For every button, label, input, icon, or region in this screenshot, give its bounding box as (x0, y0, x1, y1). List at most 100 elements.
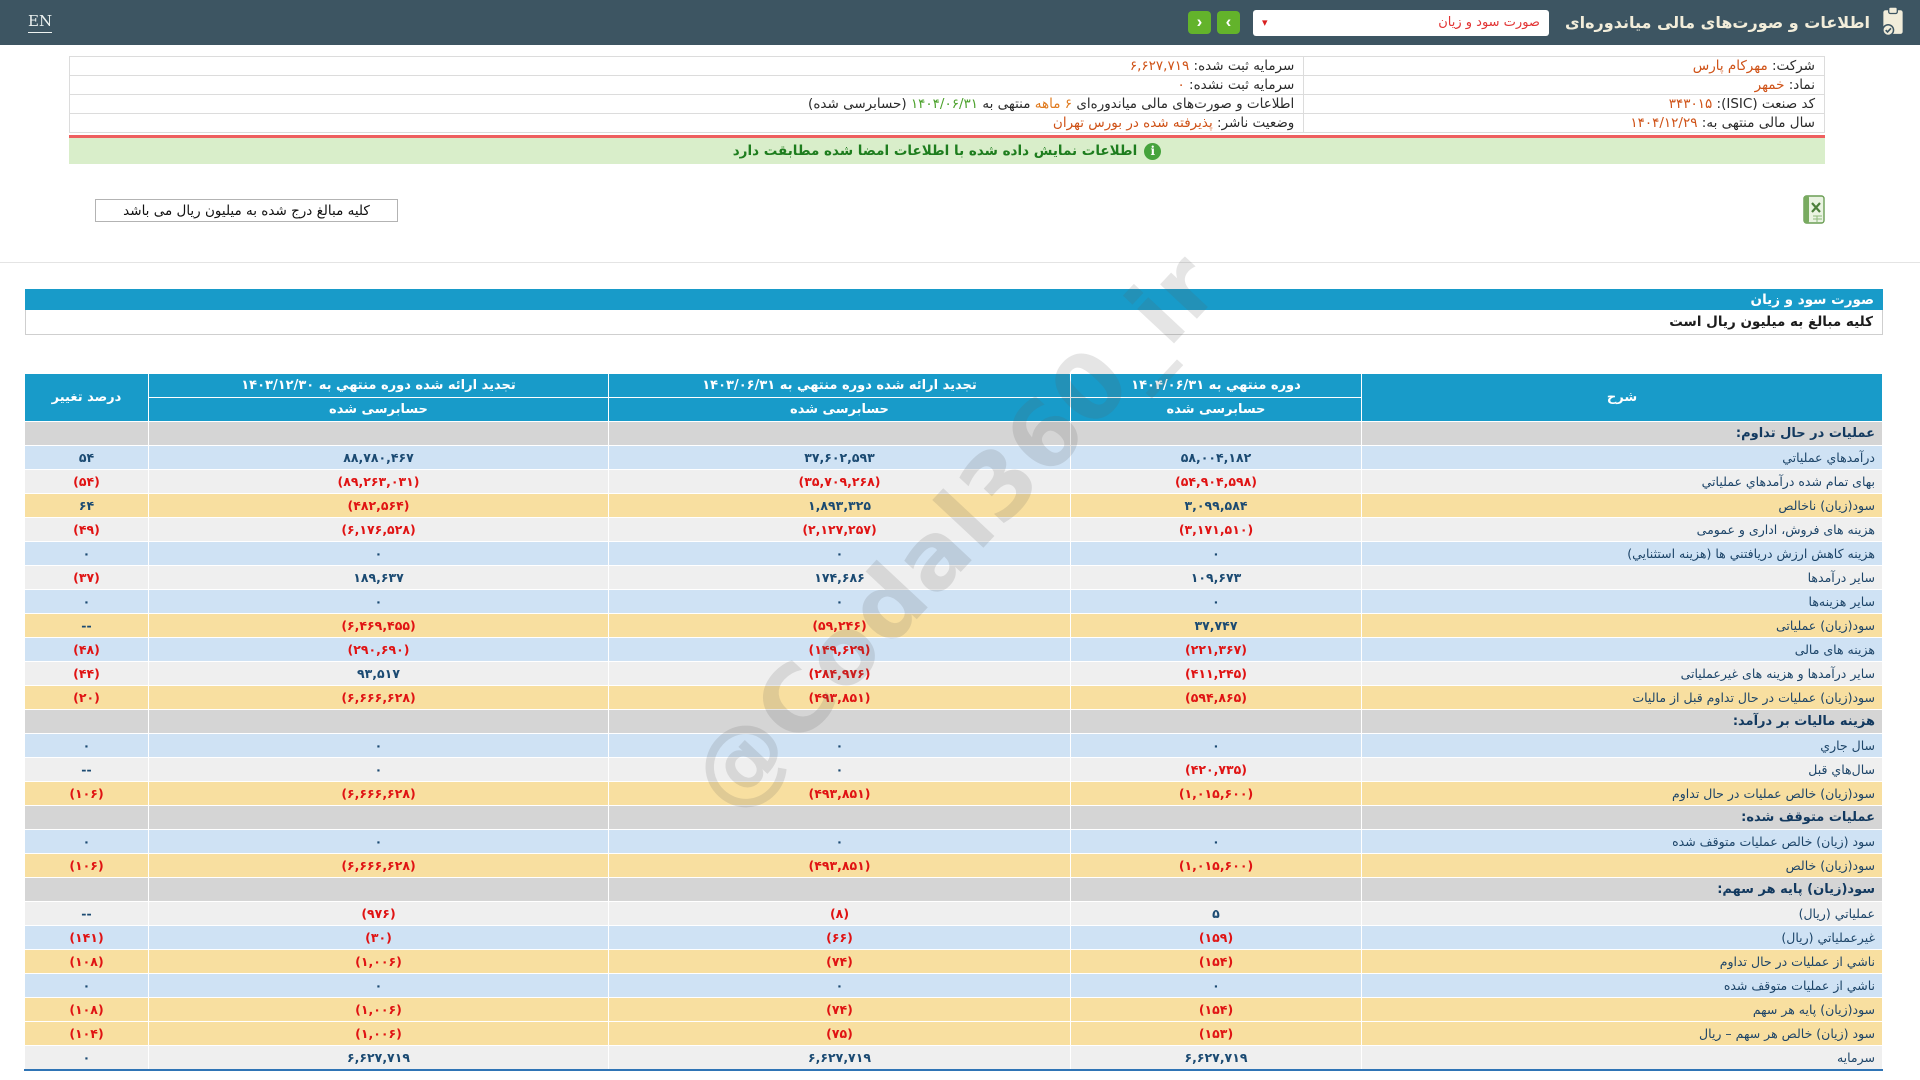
cell-value (148, 709, 609, 734)
cell-value: ۳,۰۹۹,۵۸۴ (1070, 493, 1362, 518)
table-row: سود (زیان) خالص هر سهم – ریال (۱۵۳) (۷۵) (۱… (24, 1021, 1883, 1046)
cell-value: (۱۴۱) (24, 925, 149, 950)
cell-value: ۱۰۹,۶۷۳ (1070, 565, 1362, 590)
cell-value: (۶,۶۶۶,۶۲۸) (148, 781, 609, 806)
cell-value: (۴۹۳,۸۵۱) (608, 685, 1071, 710)
row-label: عملياتي (ریال) (1361, 901, 1883, 926)
codal-interim-statement-page: { "colors": { "topbar": "#3d5562", "acce… (0, 0, 1920, 1080)
row-label: سود(زیان) پایه هر سهم (1361, 997, 1883, 1022)
cell-value: ۵۸,۰۰۴,۱۸۲ (1070, 445, 1362, 470)
table-row: سایر درآمدها ۱۰۹,۶۷۳ ۱۷۴,۶۸۶ ۱۸۹,۶۳۷ (۳۷) (24, 565, 1883, 590)
row-label: سود(زیان) عملیات در حال تداوم قبل از مال… (1361, 685, 1883, 710)
excel-export-icon[interactable] (1800, 194, 1828, 226)
info-row-symbol: نماد: خمهر سرمایه ثبت نشده: ۰ (68, 75, 1825, 95)
row-label: سود(زیان) عملياتی (1361, 613, 1883, 638)
cell-value (1070, 421, 1362, 446)
registered-capital-cell: سرمایه ثبت شده: ۶,۶۲۷,۷۱۹ (68, 56, 1305, 76)
info-row-fiscal-year: سال مالی منتهی به: ۱۴۰۴/۱۲/۲۹ وضعیت ناشر… (68, 113, 1825, 133)
row-label: سود(زیان) خالص (1361, 853, 1883, 878)
income-statement-table: شرح دوره منتهي به ۱۴۰۴/۰۶/۳۱ تجدید ارائه… (24, 373, 1883, 1071)
cell-value: (۲۹۰,۶۹۰) (148, 637, 609, 662)
cell-value: ۰ (24, 973, 149, 998)
cell-value: (۲,۱۲۷,۲۵۷) (608, 517, 1071, 542)
cell-value: ۰ (608, 829, 1071, 854)
table-row: ناشي از عملیات متوقف شده ۰ ۰ ۰ ۰ (24, 973, 1883, 998)
row-label: هزینه های مالی (1361, 637, 1883, 662)
cell-value: (۲۰) (24, 685, 149, 710)
cell-value: (۱,۰۰۶) (148, 997, 609, 1022)
cell-value (608, 877, 1071, 902)
table-row: بهای تمام شده درآمدهاي عملياتي (۵۴,۹۰۴,۵۹… (24, 469, 1883, 494)
cell-value: ۰ (24, 829, 149, 854)
table-row: سود(زیان) عملياتی ۳۷,۷۴۷ (۵۹,۲۴۶) (۶,۴۶۹,۴۵… (24, 613, 1883, 638)
row-label: سایر درآمدها (1361, 565, 1883, 590)
cell-value: (۷۵) (608, 1021, 1071, 1046)
cell-value: ۰ (1070, 829, 1362, 854)
symbol-value: خمهر (1754, 77, 1785, 93)
table-row: سرمایه ۶,۶۲۷,۷۱۹ ۶,۶۲۷,۷۱۹ ۶,۶۲۷,۷۱۹ ۰ (24, 1045, 1883, 1070)
cell-value: ۰ (608, 973, 1071, 998)
cell-value: ۵ (1070, 901, 1362, 926)
row-label: سود(زیان) ناخالص (1361, 493, 1883, 518)
symbol-label: نماد: (1788, 77, 1815, 93)
cell-value: ۶,۶۲۷,۷۱۹ (148, 1045, 609, 1070)
table-row: هزینه های فروش، اداری و عمومی (۳,۱۷۱,۵۱۰)… (24, 517, 1883, 542)
period-cell: اطلاعات و صورت‌های مالی میاندوره‌ای ۶ ما… (68, 94, 1305, 114)
cell-value (148, 421, 609, 446)
cell-value: ۰ (608, 757, 1071, 782)
cell-value: ۰ (1070, 541, 1362, 566)
next-report-button[interactable]: › (1216, 11, 1240, 34)
unregistered-capital-cell: سرمایه ثبت نشده: ۰ (68, 75, 1305, 95)
symbol-cell: نماد: خمهر (1303, 75, 1825, 95)
cell-value (608, 421, 1071, 446)
cell-value: (۱۰۴) (24, 1021, 149, 1046)
cell-value: (۱۰۶) (24, 781, 149, 806)
cell-value (24, 421, 149, 446)
isic-label: کد صنعت (ISIC): (1716, 96, 1815, 112)
table-row: ناشي از عملیات در حال تداوم (۱۵۴) (۷۴) (۱,۰… (24, 949, 1883, 974)
cell-value: (۳۵,۷۰۹,۲۶۸) (608, 469, 1071, 494)
cell-value (1070, 805, 1362, 830)
registered-capital-label: سرمایه ثبت شده: (1193, 58, 1295, 74)
cell-value: ۰ (24, 733, 149, 758)
report-type-dropdown[interactable]: صورت سود و زیان ▾ (1252, 9, 1549, 36)
row-label: عملیات در حال تداوم: (1361, 421, 1883, 446)
info-row-company: شرکت: مهرکام پارس سرمایه ثبت شده: ۶,۶۲۷,… (68, 56, 1825, 76)
language-toggle-en[interactable]: EN (28, 12, 53, 33)
header-description: شرح (1361, 373, 1883, 422)
cell-value: (۶,۱۷۶,۵۲۸) (148, 517, 609, 542)
dropdown-selected-value: صورت سود و زیان (1438, 15, 1540, 30)
table-row: سود(زیان) خالص عملیات در حال تداوم (۱,۰۱۵… (24, 781, 1883, 806)
section-header-row: عملیات در حال تداوم: (24, 421, 1883, 446)
cell-value: ۵۴ (24, 445, 149, 470)
cell-value: (۷۴) (608, 949, 1071, 974)
income-table-body: عملیات در حال تداوم: درآمدهاي عملياتي ۵۸,۰… (24, 421, 1883, 1070)
issuer-status-value: پذیرفته شده در بورس تهران (1052, 115, 1213, 131)
cell-value: (۴۱۱,۲۴۵) (1070, 661, 1362, 686)
cell-value (608, 805, 1071, 830)
cell-value: ۳۷,۷۴۷ (1070, 613, 1362, 638)
row-label: سایر درآمدها و هزینه های غیرعملیاتی (1361, 661, 1883, 686)
cell-value: ۰ (608, 733, 1071, 758)
cell-value: ۰ (148, 733, 609, 758)
signature-match-banner: i اطلاعات نمایش داده شده با اطلاعات امضا… (69, 138, 1825, 164)
row-label: سرمایه (1361, 1045, 1883, 1070)
cell-value: ۰ (148, 973, 609, 998)
fiscal-year-value: ۱۴۰۴/۱۲/۲۹ (1630, 115, 1698, 131)
cell-value: (۱۴۹,۶۲۹) (608, 637, 1071, 662)
section-header-row: هزینه مالیات بر درآمد: (24, 709, 1883, 734)
cell-value: ۰ (24, 589, 149, 614)
cell-value: (۸) (608, 901, 1071, 926)
cell-value: (۵۴) (24, 469, 149, 494)
cell-value: ۱,۸۹۳,۳۲۵ (608, 493, 1071, 518)
cell-value: (۳۷) (24, 565, 149, 590)
issuer-status-label: وضعیت ناشر: (1217, 115, 1295, 131)
previous-report-button[interactable]: ‹ (1187, 11, 1211, 34)
clipboard-check-icon (1880, 5, 1906, 40)
company-value: مهرکام پارس (1692, 58, 1768, 74)
cell-value: (۶۶) (608, 925, 1071, 950)
row-label: غیرعملياتي (ریال) (1361, 925, 1883, 950)
table-row: سود(زیان) عملیات در حال تداوم قبل از مال… (24, 685, 1883, 710)
cell-value: (۱۵۴) (1070, 997, 1362, 1022)
banner-text: اطلاعات نمایش داده شده با اطلاعات امضا ش… (732, 143, 1138, 159)
